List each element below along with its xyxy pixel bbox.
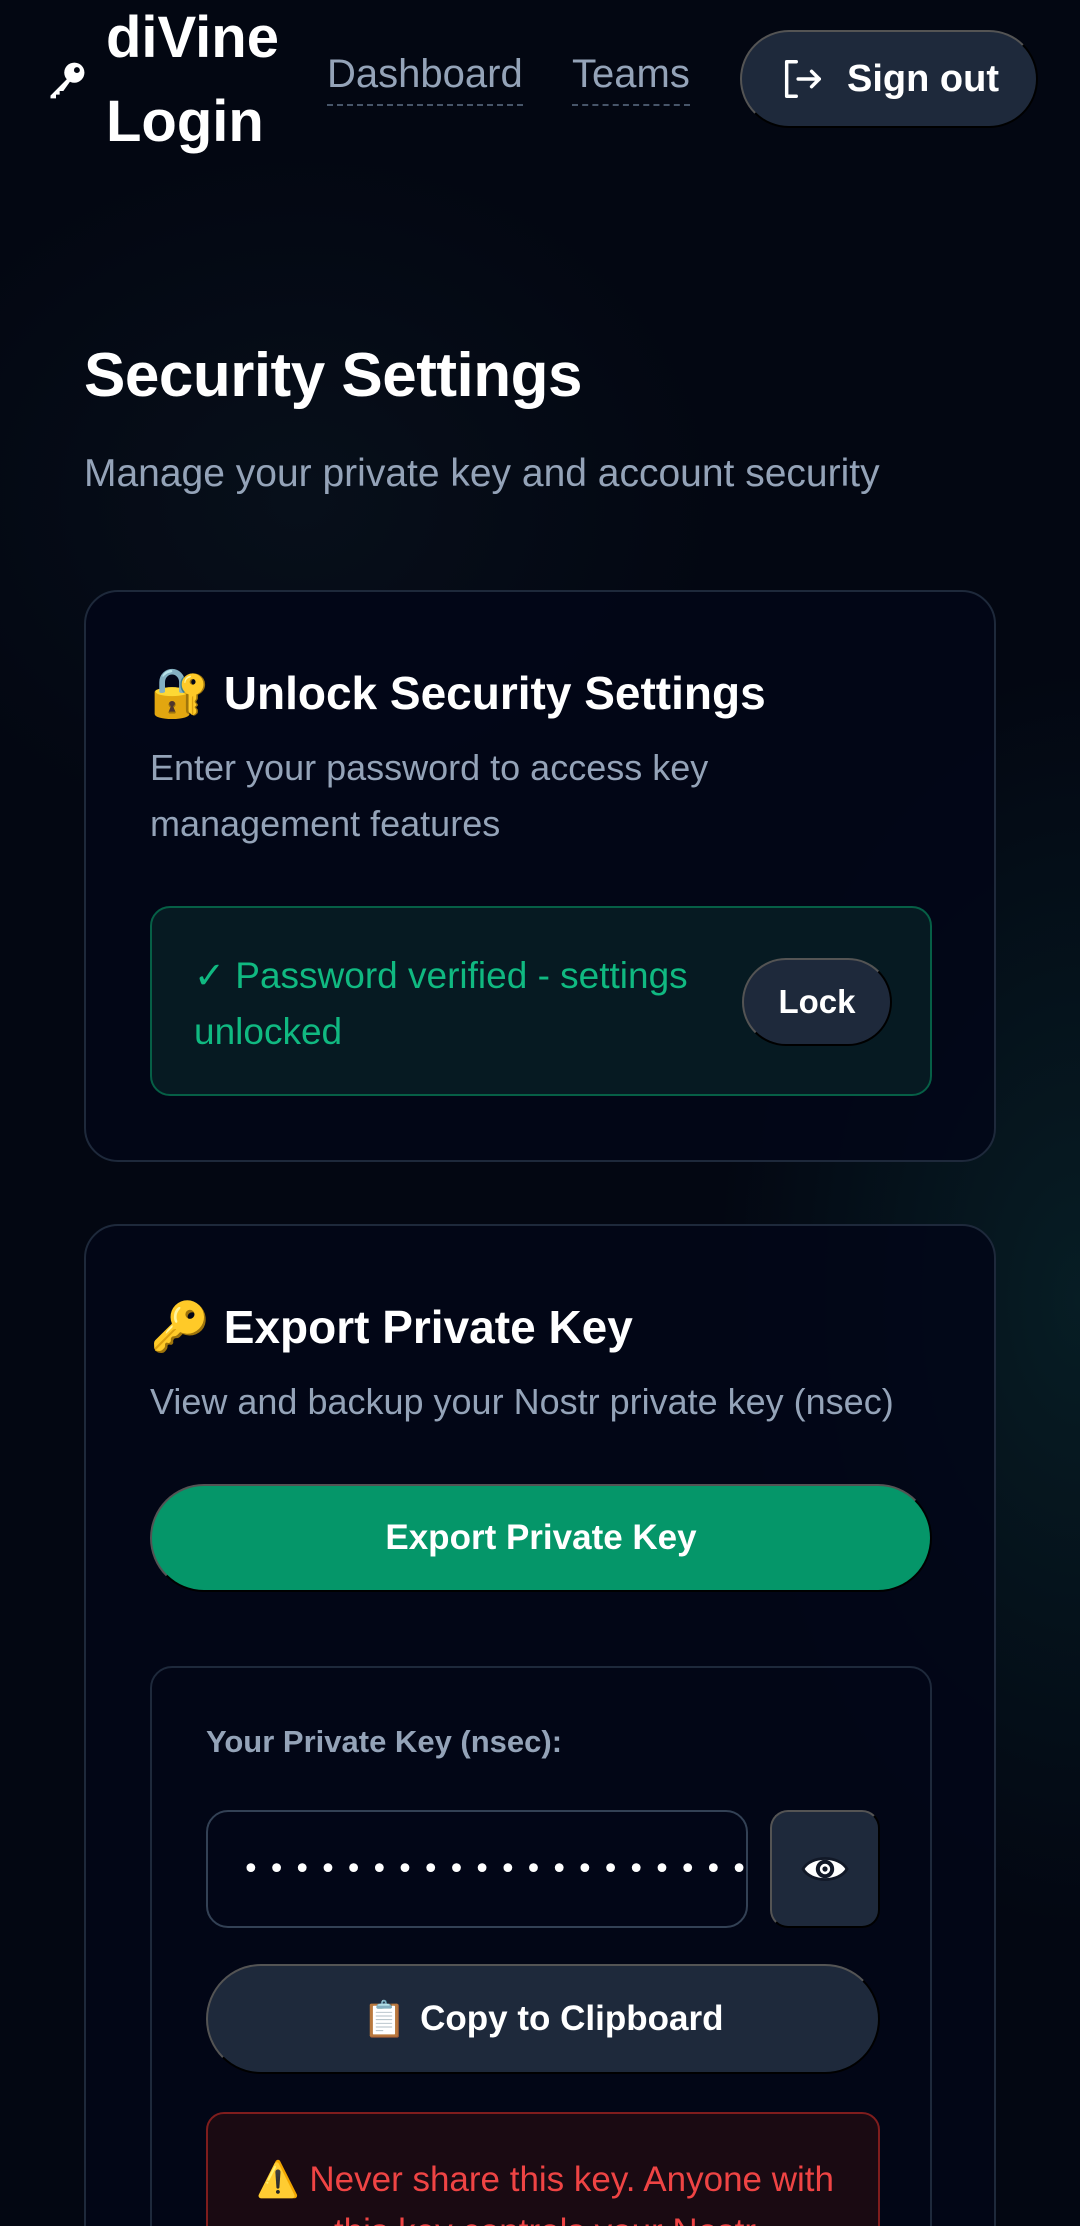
- export-card-title: 🔑 Export Private Key: [150, 1298, 633, 1355]
- sign-out-label: Sign out: [847, 57, 999, 100]
- unlock-card-title: 🔐 Unlock Security Settings: [150, 664, 766, 721]
- warning-message: Never share this key. Anyone with this k…: [309, 2160, 834, 2226]
- nav-dashboard-link[interactable]: Dashboard: [327, 50, 523, 106]
- key-warning-banner: ⚠️ Never share this key. Anyone with thi…: [206, 2112, 880, 2226]
- nav-teams-link[interactable]: Teams: [572, 50, 690, 106]
- sign-out-icon: [784, 60, 821, 98]
- private-key-field[interactable]: [206, 1810, 748, 1928]
- key-icon: [44, 57, 90, 103]
- export-card-description: View and backup your Nostr private key (…: [150, 1381, 894, 1422]
- warning-icon: ⚠️: [256, 2160, 300, 2199]
- reveal-key-button[interactable]: [770, 1810, 880, 1928]
- page-subtitle: Manage your private key and account secu…: [84, 452, 880, 495]
- lock-key-icon: 🔐: [150, 667, 210, 720]
- page-title: Security Settings: [84, 341, 582, 410]
- lock-button[interactable]: Lock: [742, 958, 892, 1046]
- key-emoji-icon: 🔑: [150, 1301, 210, 1354]
- clipboard-icon: 📋: [362, 1999, 407, 2039]
- copy-to-clipboard-button[interactable]: 📋 Copy to Clipboard: [206, 1964, 880, 2074]
- private-key-panel: Your Private Key (nsec): 📋 Copy to Clipb…: [150, 1666, 932, 2226]
- brand-title: diVine Login: [106, 5, 279, 154]
- private-key-label: Your Private Key (nsec):: [206, 1724, 563, 1759]
- sign-out-button[interactable]: Sign out: [740, 30, 1038, 128]
- top-nav: diVine Login Dashboard Teams Sign out: [0, 0, 1080, 160]
- unlock-security-card: 🔐 Unlock Security Settings Enter your pa…: [84, 590, 996, 1162]
- copy-button-label: Copy to Clipboard: [420, 1999, 724, 2038]
- export-private-key-card: 🔑 Export Private Key View and backup you…: [84, 1224, 996, 2226]
- unlock-card-description: Enter your password to access key manage…: [150, 747, 709, 844]
- eye-icon: [801, 1857, 849, 1881]
- verified-status-text: ✓ Password verified - settings unlocked: [194, 955, 688, 1052]
- password-verified-banner: ✓ Password verified - settings unlocked …: [150, 906, 932, 1096]
- key-warning-text: ⚠️ Never share this key. Anyone with thi…: [248, 2154, 842, 2226]
- export-private-key-button[interactable]: Export Private Key: [150, 1484, 932, 1592]
- unlock-card-title-text: Unlock Security Settings: [223, 666, 766, 719]
- export-card-title-text: Export Private Key: [223, 1300, 633, 1353]
- brand[interactable]: diVine Login: [44, 0, 306, 160]
